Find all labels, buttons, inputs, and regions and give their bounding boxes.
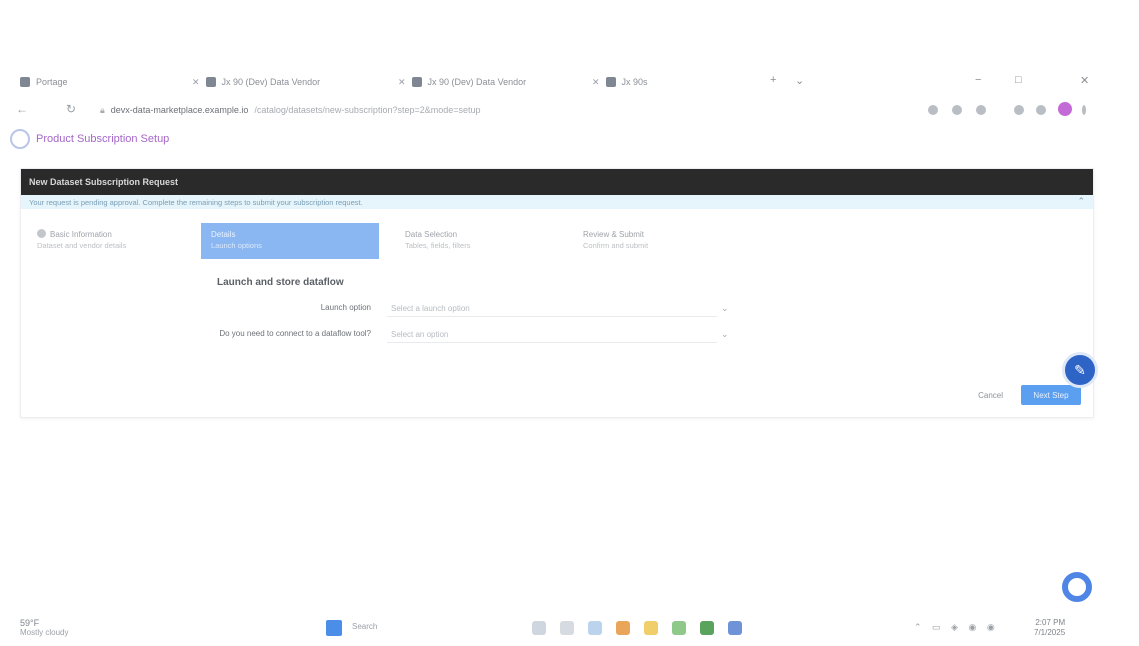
assistant-icon: ✎	[1074, 361, 1086, 378]
step-basic-information[interactable]: Basic Information Dataset and vendor det…	[27, 223, 197, 259]
tab-label: Jx 90 (Dev) Data Vendor	[221, 77, 321, 87]
step-sublabel: Tables, fields, filters	[405, 241, 471, 250]
url-path: /catalog/datasets/new-subscription?step=…	[254, 105, 481, 115]
launch-option-select[interactable]: Select a launch option	[387, 301, 717, 317]
browser-tab-strip: Portage ✕ Jx 90 (Dev) Data Vendor ✕ Jx 9…	[0, 66, 1139, 96]
weather-widget[interactable]: 59°F Mostly cloudy	[20, 618, 68, 638]
step-label: Details	[211, 230, 236, 239]
subscription-panel: New Dataset Subscription Request Your re…	[20, 168, 1094, 418]
clock[interactable]: 2:07 PM 7/1/2025	[1034, 618, 1065, 638]
page-icon	[205, 77, 216, 87]
weather-desc: Mostly cloudy	[20, 628, 69, 637]
page-title-row: Product Subscription Setup	[10, 128, 169, 150]
chevron-down-icon[interactable]: ⌄	[721, 303, 729, 314]
step-data-selection[interactable]: Data Selection Tables, fields, filters	[395, 223, 565, 259]
minimize-button[interactable]: −	[975, 74, 981, 86]
browser-tab[interactable]: ✕ Jx 90 (Dev) Data Vendor	[186, 74, 386, 90]
close-tab-icon[interactable]: ✕	[192, 77, 200, 88]
clock-date: 7/1/2025	[1034, 628, 1066, 637]
stepper: Basic Information Dataset and vendor det…	[21, 223, 1095, 259]
step-sublabel: Launch options	[211, 241, 262, 250]
url-field[interactable]: 🔒︎ devx-data-marketplace.example.io /cat…	[100, 103, 600, 117]
page-icon	[605, 77, 616, 87]
close-tab-icon[interactable]: ✕	[592, 77, 600, 88]
step-sublabel: Dataset and vendor details	[37, 241, 127, 250]
outlook-icon[interactable]	[728, 621, 742, 635]
url-host: devx-data-marketplace.example.io	[110, 105, 249, 115]
chevron-down-icon[interactable]: ⌄	[721, 329, 729, 340]
taskview-icon[interactable]	[532, 621, 546, 635]
app-logo-icon	[10, 129, 30, 149]
clock-time: 2:07 PM	[1035, 618, 1066, 627]
step-check-icon	[37, 229, 46, 238]
launch-option-row: Launch option Select a launch option ⌄	[211, 301, 731, 317]
app-icon[interactable]	[672, 621, 686, 635]
start-icon[interactable]	[326, 620, 342, 636]
step-review-submit[interactable]: Review & Submit Confirm and submit	[573, 223, 743, 259]
new-tab-icon[interactable]: +	[770, 74, 776, 86]
taskbar: 59°F Mostly cloudy Search ⌃ ▭ ◈ ◉ ◉ 2:07…	[0, 612, 1139, 646]
file-explorer-icon[interactable]	[644, 621, 658, 635]
panel-footer: Cancel Next Step	[978, 385, 1081, 405]
info-text: Your request is pending approval. Comple…	[29, 197, 363, 207]
maximize-button[interactable]: □	[1015, 74, 1022, 86]
close-window-button[interactable]: ✕	[1080, 74, 1089, 87]
weather-temp: 59°F	[20, 618, 40, 628]
copilot-icon[interactable]	[1062, 572, 1092, 602]
cancel-button[interactable]: Cancel	[978, 391, 1003, 400]
system-tray[interactable]: ⌃ ▭ ◈ ◉ ◉	[914, 622, 999, 633]
lock-icon: 🔒︎	[100, 104, 105, 115]
downloads-icon[interactable]	[1036, 105, 1046, 115]
step-label: Review & Submit	[583, 230, 644, 239]
field-label: Do you need to connect to a dataflow too…	[219, 329, 371, 338]
extension-icon[interactable]	[1014, 105, 1024, 115]
step-label: Data Selection	[405, 230, 458, 239]
info-banner: Your request is pending approval. Comple…	[21, 195, 1093, 209]
dataflow-tool-select[interactable]: Select an option	[387, 327, 717, 343]
widgets-icon[interactable]	[560, 621, 574, 635]
page-title: Product Subscription Setup	[36, 133, 170, 145]
bookmark-icon[interactable]	[952, 105, 962, 115]
back-icon[interactable]: ←	[16, 102, 28, 116]
section-title: Launch and store dataflow	[217, 277, 344, 288]
page-icon	[411, 77, 422, 87]
chrome-icon[interactable]	[616, 621, 630, 635]
close-banner-icon[interactable]: ⌃	[1077, 196, 1085, 207]
step-sublabel: Confirm and submit	[583, 241, 649, 250]
assistant-fab-button[interactable]: ✎	[1062, 352, 1098, 388]
extension-icon[interactable]	[976, 105, 986, 115]
excel-icon[interactable]	[700, 621, 714, 635]
tab-label: Portage	[36, 77, 68, 87]
profile-avatar[interactable]	[1058, 102, 1072, 116]
menu-icon[interactable]	[1082, 105, 1086, 115]
page-icon	[20, 77, 30, 87]
reload-icon[interactable]: ↻	[66, 102, 76, 116]
translate-icon[interactable]	[928, 105, 938, 115]
edge-icon[interactable]	[588, 621, 602, 635]
taskbar-search[interactable]: Search	[352, 622, 377, 631]
field-label: Launch option	[320, 303, 371, 312]
step-label: Basic Information	[50, 230, 112, 239]
browser-tab[interactable]: ✕ Jx 90s	[586, 74, 706, 90]
address-bar-row: ← ↻ 🔒︎ devx-data-marketplace.example.io …	[0, 98, 1139, 124]
tab-label: Jx 90 (Dev) Data Vendor	[427, 77, 527, 87]
tab-search-icon[interactable]: ⌄	[795, 74, 804, 87]
close-tab-icon[interactable]: ✕	[398, 77, 406, 88]
browser-tab[interactable]: ✕ Jx 90 (Dev) Data Vendor	[392, 74, 592, 90]
browser-tab[interactable]: Portage	[20, 74, 170, 90]
next-step-button[interactable]: Next Step	[1021, 385, 1081, 405]
tab-label: Jx 90s	[621, 77, 648, 87]
panel-header: New Dataset Subscription Request	[21, 169, 1093, 195]
dataflow-tool-row: Do you need to connect to a dataflow too…	[211, 327, 731, 343]
step-details[interactable]: Details Launch options	[201, 223, 379, 259]
